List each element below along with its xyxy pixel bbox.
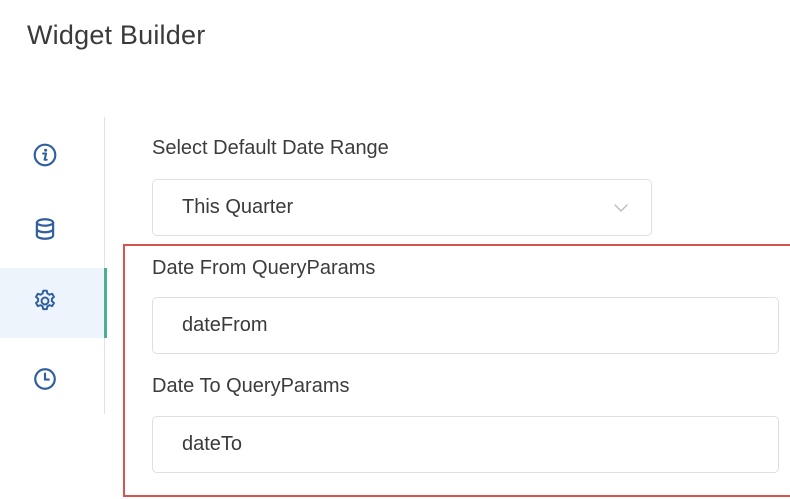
gear-icon [32, 288, 58, 319]
page-title: Widget Builder [27, 20, 206, 50]
sidebar-item-settings[interactable] [0, 268, 107, 338]
date-from-input[interactable] [152, 297, 779, 354]
database-icon [32, 216, 58, 247]
sidebar-item-info[interactable] [0, 122, 104, 192]
sidebar-divider [104, 117, 105, 414]
date-from-label: Date From QueryParams [152, 257, 376, 279]
date-range-select[interactable]: This Quarter [152, 179, 652, 236]
clock-icon [32, 366, 58, 397]
sidebar-item-database[interactable] [0, 196, 104, 266]
active-indicator [104, 268, 107, 338]
sidebar-item-history[interactable] [0, 346, 104, 416]
date-to-input[interactable] [152, 416, 779, 473]
date-range-value: This Quarter [182, 196, 294, 218]
date-to-label: Date To QueryParams [152, 375, 350, 397]
date-range-label: Select Default Date Range [152, 137, 389, 159]
info-icon [32, 142, 58, 173]
